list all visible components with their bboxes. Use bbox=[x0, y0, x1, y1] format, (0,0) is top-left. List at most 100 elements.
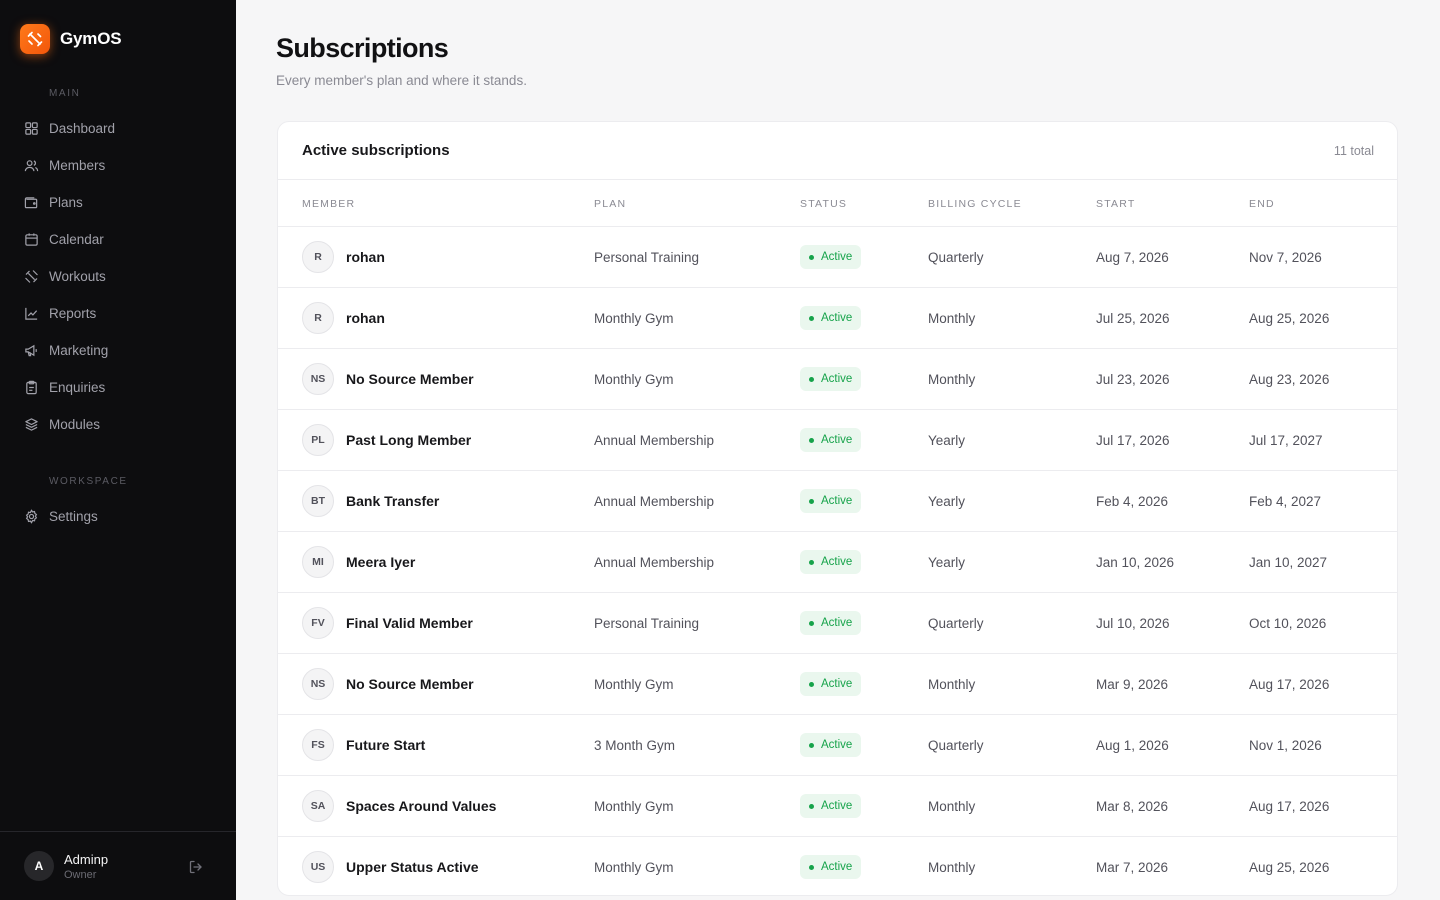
billing-cycle-cell: Monthly bbox=[928, 798, 976, 814]
logout-icon bbox=[189, 860, 202, 874]
table-row[interactable]: MI Meera Iyer Annual Membership Active Y… bbox=[278, 532, 1397, 593]
plan-cell: Annual Membership bbox=[594, 493, 715, 509]
start-date-cell: Jul 25, 2026 bbox=[1096, 310, 1170, 326]
status-cell: Active bbox=[800, 654, 862, 714]
avatar[interactable]: A bbox=[24, 851, 54, 881]
column-header-plan[interactable]: PLAN bbox=[594, 198, 626, 210]
billing-cycle-cell: Yearly bbox=[928, 432, 966, 448]
start-date-cell: Feb 4, 2026 bbox=[1096, 493, 1169, 509]
member-name[interactable]: rohan bbox=[346, 310, 385, 326]
gear-icon bbox=[25, 508, 38, 524]
sidebar-item-enquiries[interactable]: Enquiries bbox=[12, 371, 224, 403]
status-label: Active bbox=[821, 373, 853, 385]
billing-cycle-cell: Quarterly bbox=[928, 615, 984, 631]
end-date-cell: Feb 4, 2027 bbox=[1249, 493, 1322, 509]
status-cell: Active bbox=[800, 471, 862, 531]
member-cell: NS No Source Member bbox=[302, 349, 474, 409]
status-badge: Active bbox=[800, 489, 862, 513]
table-row[interactable]: R rohan Monthly Gym Active Monthly Jul 2… bbox=[278, 288, 1397, 349]
member-cell: FS Future Start bbox=[302, 715, 425, 775]
plan-cell: Monthly Gym bbox=[594, 676, 674, 692]
status-label: Active bbox=[821, 617, 853, 629]
table-row[interactable]: SA Spaces Around Values Monthly Gym Acti… bbox=[278, 776, 1397, 837]
table-row[interactable]: FS Future Start 3 Month Gym Active Quart… bbox=[278, 715, 1397, 776]
member-cell: US Upper Status Active bbox=[302, 837, 479, 895]
plan-cell: Monthly Gym bbox=[594, 798, 674, 814]
status-cell: Active bbox=[800, 532, 862, 592]
avatar: R bbox=[302, 241, 334, 273]
member-name[interactable]: Final Valid Member bbox=[346, 615, 473, 631]
column-header-member[interactable]: MEMBER bbox=[302, 198, 355, 210]
sidebar-item-modules[interactable]: Modules bbox=[12, 408, 224, 440]
page-subtitle: Every member's plan and where it stands. bbox=[276, 73, 527, 88]
sidebar-item-plans[interactable]: Plans bbox=[12, 186, 224, 218]
sidebar-item-dashboard[interactable]: Dashboard bbox=[12, 112, 224, 144]
member-cell: MI Meera Iyer bbox=[302, 532, 415, 592]
chart-line-icon bbox=[25, 307, 38, 320]
logout-button[interactable] bbox=[188, 859, 204, 875]
plan-cell: Annual Membership bbox=[594, 554, 715, 570]
column-header-status[interactable]: STATUS bbox=[800, 198, 847, 210]
avatar: R bbox=[302, 302, 334, 334]
sidebar-item-calendar[interactable]: Calendar bbox=[12, 223, 224, 255]
status-badge: Active bbox=[800, 672, 862, 696]
billing-cycle-cell: Quarterly bbox=[928, 249, 984, 265]
table-row[interactable]: US Upper Status Active Monthly Gym Activ… bbox=[278, 837, 1397, 895]
status-cell: Active bbox=[800, 837, 862, 895]
start-date-cell: Aug 7, 2026 bbox=[1096, 249, 1169, 265]
start-date-cell: Aug 1, 2026 bbox=[1096, 737, 1169, 753]
status-label: Active bbox=[821, 251, 853, 263]
member-name[interactable]: No Source Member bbox=[346, 676, 474, 692]
sidebar-item-members[interactable]: Members bbox=[12, 149, 224, 181]
column-header-billing-cycle[interactable]: BILLING CYCLE bbox=[928, 198, 1022, 210]
table-row[interactable]: NS No Source Member Monthly Gym Active M… bbox=[278, 349, 1397, 410]
member-name[interactable]: No Source Member bbox=[346, 371, 474, 387]
sidebar-item-settings[interactable]: Settings bbox=[12, 500, 224, 532]
status-cell: Active bbox=[800, 288, 862, 348]
avatar: BT bbox=[302, 485, 334, 517]
column-header-end[interactable]: END bbox=[1249, 198, 1275, 210]
member-cell: SA Spaces Around Values bbox=[302, 776, 496, 836]
sidebar-item-marketing[interactable]: Marketing bbox=[12, 334, 224, 366]
sidebar-item-label: Reports bbox=[49, 305, 97, 321]
status-badge: Active bbox=[800, 428, 862, 452]
table-row[interactable]: PL Past Long Member Annual Membership Ac… bbox=[278, 410, 1397, 471]
table-row[interactable]: NS No Source Member Monthly Gym Active M… bbox=[278, 654, 1397, 715]
start-date-cell: Mar 7, 2026 bbox=[1096, 859, 1169, 875]
sidebar-item-workouts[interactable]: Workouts bbox=[12, 260, 224, 292]
page-title: Subscriptions bbox=[276, 33, 449, 63]
status-label: Active bbox=[821, 312, 853, 324]
card-header: Active subscriptions 11 total bbox=[278, 122, 1397, 180]
start-date-cell: Jul 23, 2026 bbox=[1096, 371, 1170, 387]
start-date-cell: Jul 10, 2026 bbox=[1096, 615, 1170, 631]
status-dot-icon bbox=[809, 498, 814, 504]
brand[interactable]: GymOS bbox=[20, 24, 122, 54]
member-name[interactable]: Future Start bbox=[346, 737, 425, 753]
table-row[interactable]: R rohan Personal Training Active Quarter… bbox=[278, 227, 1397, 288]
member-name[interactable]: Past Long Member bbox=[346, 432, 471, 448]
billing-cycle-cell: Quarterly bbox=[928, 737, 984, 753]
status-badge: Active bbox=[800, 794, 862, 818]
start-date-cell: Jul 17, 2026 bbox=[1096, 432, 1170, 448]
member-cell: R rohan bbox=[302, 227, 385, 287]
avatar: NS bbox=[302, 668, 334, 700]
status-cell: Active bbox=[800, 776, 862, 836]
table-row[interactable]: BT Bank Transfer Annual Membership Activ… bbox=[278, 471, 1397, 532]
table-row[interactable]: FV Final Valid Member Personal Training … bbox=[278, 593, 1397, 654]
sidebar-item-reports[interactable]: Reports bbox=[12, 297, 224, 329]
member-name[interactable]: Upper Status Active bbox=[346, 859, 479, 875]
section-label-main: MAIN bbox=[49, 88, 81, 99]
status-badge: Active bbox=[800, 306, 862, 330]
plan-cell: Monthly Gym bbox=[594, 310, 674, 326]
column-header-start[interactable]: START bbox=[1096, 198, 1135, 210]
avatar: FS bbox=[302, 729, 334, 761]
sidebar-item-label: Modules bbox=[49, 416, 101, 432]
member-name[interactable]: Bank Transfer bbox=[346, 493, 439, 509]
status-label: Active bbox=[821, 739, 853, 751]
status-label: Active bbox=[821, 800, 853, 812]
member-name[interactable]: Meera Iyer bbox=[346, 554, 415, 570]
member-name[interactable]: Spaces Around Values bbox=[346, 798, 496, 814]
member-name[interactable]: rohan bbox=[346, 249, 385, 265]
status-dot-icon bbox=[809, 803, 814, 809]
user-name: Adminp bbox=[64, 852, 109, 867]
